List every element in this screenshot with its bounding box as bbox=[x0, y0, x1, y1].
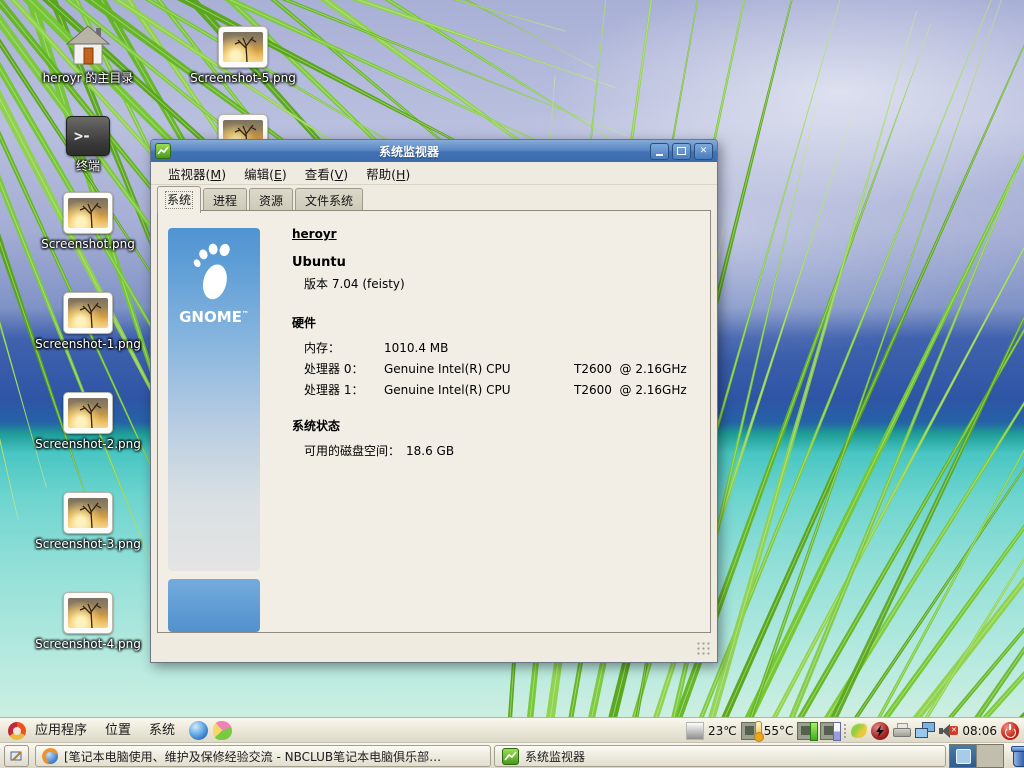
cpu0-row: 处理器 0：Genuine Intel(R) CPUT2600 @ 2.16GH… bbox=[304, 359, 702, 380]
workspace-switcher bbox=[949, 744, 1004, 768]
desktop-icon-label: Screenshot-5.png bbox=[188, 71, 298, 85]
volume-muted-icon[interactable]: ✕ bbox=[939, 723, 958, 739]
printer-icon[interactable] bbox=[893, 723, 911, 739]
system-tab-content: GNOME™ heroyr Ubuntu 版本 7.04 (feisty) 硬件… bbox=[157, 210, 711, 633]
image-thumbnail-icon bbox=[63, 492, 113, 534]
taskbar-window-system-monitor[interactable]: 系统监视器 bbox=[494, 745, 946, 767]
tab-system[interactable]: 系统 bbox=[157, 186, 201, 213]
window-statusbar bbox=[151, 633, 717, 662]
cpu-freq-green-icon[interactable] bbox=[797, 722, 816, 740]
hardware-heading: 硬件 bbox=[292, 314, 702, 331]
workspace-window-preview bbox=[956, 749, 971, 764]
network-monitors-icon[interactable] bbox=[915, 722, 935, 739]
cpu-freq-purple-icon[interactable] bbox=[820, 722, 839, 740]
desktop-icon-terminal[interactable]: >- 终端 bbox=[33, 110, 143, 173]
memory-row: 内存：1010.4 MB bbox=[304, 338, 702, 359]
menu-help[interactable]: 帮助(H) bbox=[357, 162, 419, 185]
workspace-2[interactable] bbox=[976, 745, 1003, 767]
clock[interactable]: 08:06 bbox=[962, 724, 997, 738]
tab-processes[interactable]: 进程 bbox=[203, 188, 247, 212]
release-version: 版本 7.04 (feisty) bbox=[304, 275, 702, 292]
browser-globe-icon[interactable] bbox=[189, 721, 208, 740]
desktop-icon-label: Screenshot-1.png bbox=[33, 337, 143, 351]
cpu1-row: 处理器 1：Genuine Intel(R) CPUT2600 @ 2.16GH… bbox=[304, 380, 702, 401]
distro-name: Ubuntu bbox=[292, 255, 702, 270]
desktop-icon-screenshot-1[interactable]: Screenshot-1.png bbox=[33, 288, 143, 351]
desktop-icon-screenshot-4[interactable]: Screenshot-4.png bbox=[33, 588, 143, 651]
desktop-icon-label: Screenshot-2.png bbox=[33, 437, 143, 451]
tab-strip: 系统 进程 资源 文件系统 bbox=[151, 185, 717, 212]
gnome-panel-menus: 应用程序 位置 系统 23℃ 55°C ✕ 08:06 bbox=[0, 717, 1024, 743]
cpu-temp-value: 23℃ bbox=[708, 724, 737, 738]
system-monitor-window: 系统监视器 ✕ 监视器(M) 编辑(E) 查看(V) 帮助(H) 系统 进程 资… bbox=[150, 139, 718, 663]
gnome-foot-icon bbox=[187, 242, 241, 304]
minimize-button[interactable] bbox=[650, 143, 669, 160]
system-info: heroyr Ubuntu 版本 7.04 (feisty) 硬件 内存：101… bbox=[292, 227, 702, 462]
memory-value: 1010.4 MB bbox=[384, 341, 448, 355]
desktop-screen: heroyr 的主目录 Screenshot-5.png >- 终端 Scree… bbox=[0, 0, 1024, 768]
disk-free-value: 18.6 GB bbox=[406, 444, 454, 458]
desktop-icon-screenshot-3[interactable]: Screenshot-3.png bbox=[33, 488, 143, 551]
menu-places[interactable]: 位置 bbox=[96, 719, 140, 743]
cpu-thermometer-icon[interactable] bbox=[741, 722, 760, 740]
sensor-box-icon[interactable] bbox=[686, 722, 704, 740]
desktop-icon-label: 终端 bbox=[33, 159, 143, 173]
window-menubar: 监视器(M) 编辑(E) 查看(V) 帮助(H) bbox=[151, 162, 717, 185]
menu-view[interactable]: 查看(V) bbox=[296, 162, 357, 185]
system-status-heading: 系统状态 bbox=[292, 417, 702, 434]
desktop-icon-label: Screenshot-3.png bbox=[33, 537, 143, 551]
disk-row: 可用的磁盘空间：18.6 GB bbox=[304, 441, 702, 462]
taskbar-window-firefox[interactable]: [笔记本电脑使用、维护及保修经验交流 - NBCLUB笔记本电脑俱乐部… bbox=[35, 745, 491, 767]
terminal-icon: >- bbox=[66, 116, 110, 156]
tab-resources[interactable]: 资源 bbox=[249, 188, 293, 212]
menu-applications[interactable]: 应用程序 bbox=[26, 719, 96, 743]
desktop-icon-label: Screenshot.png bbox=[33, 237, 143, 251]
system-tray: 23℃ 55°C ✕ 08:06 bbox=[686, 722, 1024, 740]
close-button[interactable]: ✕ bbox=[694, 143, 713, 160]
tray-grip[interactable] bbox=[843, 723, 847, 739]
banner-footer-block bbox=[168, 579, 260, 632]
desktop-icon-screenshot[interactable]: Screenshot.png bbox=[33, 188, 143, 251]
image-thumbnail-icon bbox=[63, 592, 113, 634]
hostname: heroyr bbox=[292, 227, 702, 241]
trash-icon[interactable] bbox=[1010, 745, 1024, 767]
image-thumbnail-icon bbox=[63, 292, 113, 334]
colorful-swirl-icon[interactable] bbox=[213, 721, 232, 740]
show-desktop-button[interactable] bbox=[4, 745, 29, 767]
desktop-icon-screenshot-2[interactable]: Screenshot-2.png bbox=[33, 388, 143, 451]
window-titlebar[interactable]: 系统监视器 ✕ bbox=[151, 140, 717, 162]
system-monitor-icon bbox=[155, 143, 171, 159]
desktop-icon-label: heroyr 的主目录 bbox=[33, 71, 143, 85]
menu-system[interactable]: 系统 bbox=[140, 719, 184, 743]
menu-edit[interactable]: 编辑(E) bbox=[235, 162, 296, 185]
image-thumbnail-icon bbox=[63, 192, 113, 234]
battery-lightning-icon[interactable] bbox=[871, 722, 889, 740]
image-thumbnail-icon bbox=[218, 26, 268, 68]
menu-monitor[interactable]: 监视器(M) bbox=[159, 162, 235, 185]
gnome-wordmark: GNOME™ bbox=[168, 308, 260, 326]
window-title: 系统监视器 bbox=[171, 143, 647, 160]
maximize-button[interactable] bbox=[672, 143, 691, 160]
firefox-icon bbox=[43, 749, 58, 764]
image-thumbnail-icon bbox=[63, 392, 113, 434]
ubuntu-logo-icon[interactable] bbox=[8, 722, 26, 740]
gnome-banner: GNOME™ bbox=[168, 228, 260, 571]
desktop-icon-home[interactable]: heroyr 的主目录 bbox=[33, 22, 143, 85]
desktop-icon-screenshot-5[interactable]: Screenshot-5.png bbox=[188, 22, 298, 85]
gnome-panel-taskbar: [笔记本电脑使用、维护及保修经验交流 - NBCLUB笔记本电脑俱乐部… 系统监… bbox=[0, 742, 1024, 768]
keyring-icon[interactable] bbox=[851, 723, 867, 738]
workspace-1[interactable] bbox=[950, 745, 976, 767]
cpu-temp2-value: 55°C bbox=[764, 724, 794, 738]
desktop-icon-label: Screenshot-4.png bbox=[33, 637, 143, 651]
home-icon bbox=[33, 22, 143, 68]
system-monitor-icon bbox=[502, 748, 519, 765]
tab-filesystems[interactable]: 文件系统 bbox=[295, 188, 363, 212]
quit-power-icon[interactable] bbox=[1001, 722, 1019, 740]
resize-grip[interactable] bbox=[696, 641, 711, 655]
